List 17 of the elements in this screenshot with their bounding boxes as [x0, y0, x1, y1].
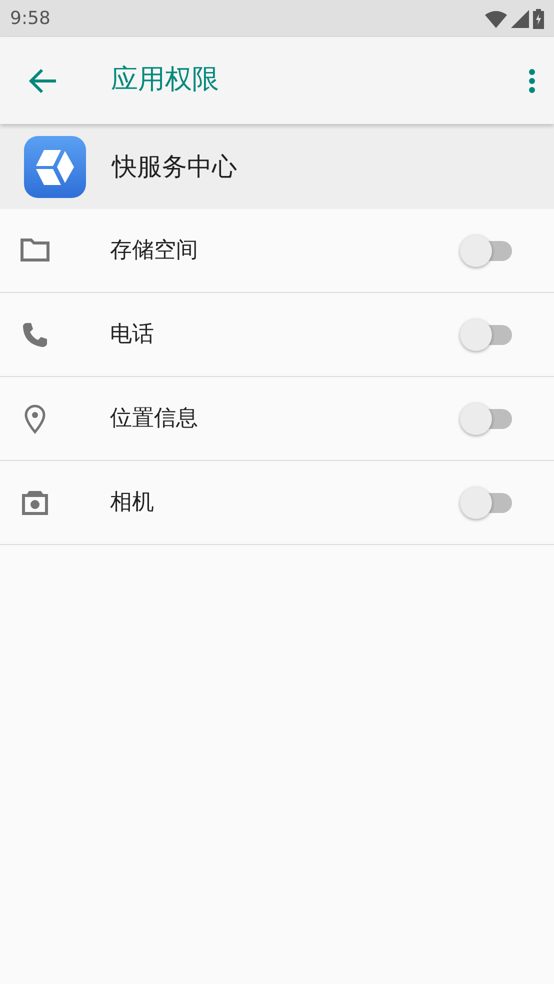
- signal-icon: [511, 10, 529, 28]
- battery-icon: [533, 8, 544, 28]
- permission-switch[interactable]: [460, 402, 514, 436]
- permission-label: 位置信息: [110, 405, 199, 433]
- app-icon: [24, 136, 86, 198]
- wifi-icon: [485, 10, 507, 28]
- permission-label: 电话: [110, 321, 155, 349]
- clock: 9:58: [10, 7, 50, 31]
- permission-label: 相机: [110, 489, 155, 517]
- page-title: 应用权限: [111, 63, 220, 98]
- permission-switch[interactable]: [460, 234, 514, 268]
- more-menu-icon[interactable]: [528, 68, 536, 94]
- back-arrow-icon[interactable]: [28, 68, 58, 94]
- permission-switch[interactable]: [460, 486, 514, 520]
- permission-switch[interactable]: [460, 318, 514, 352]
- app-name: 快服务中心: [112, 150, 237, 183]
- permission-label: 存储空间: [110, 237, 199, 265]
